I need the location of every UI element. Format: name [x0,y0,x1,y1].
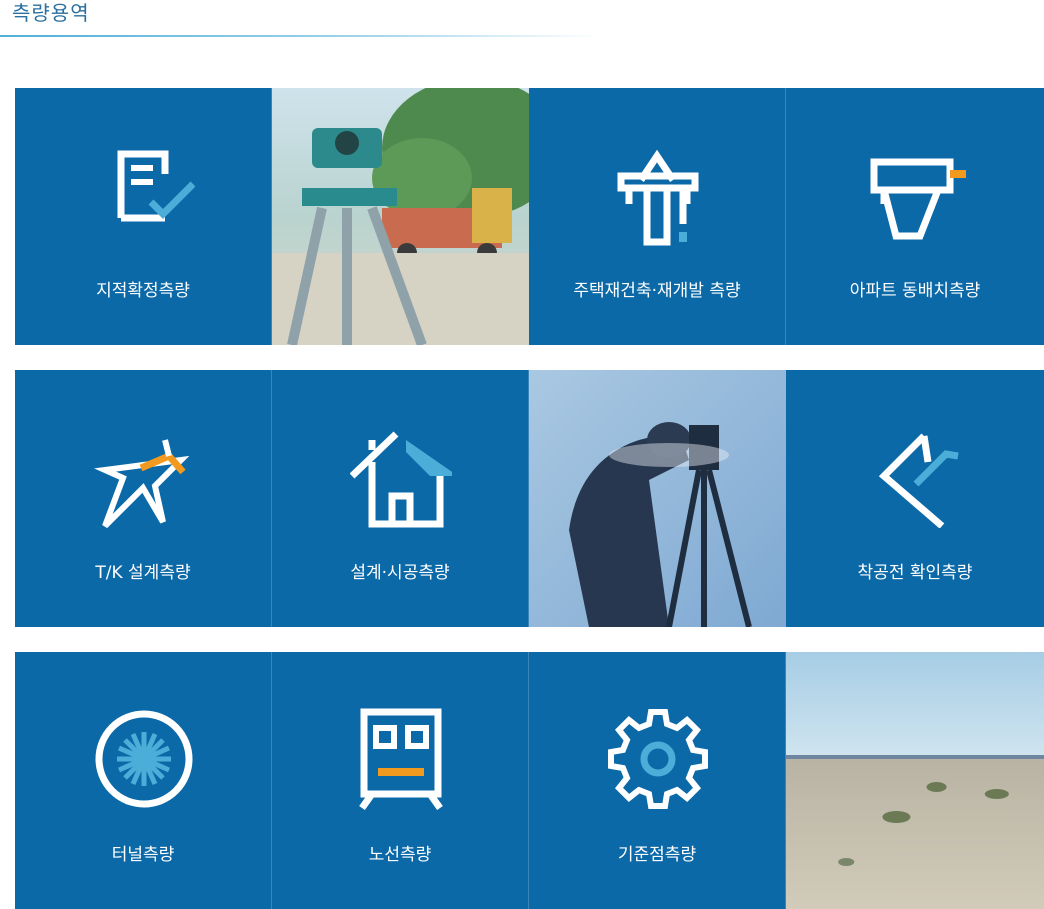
service-tile-tk-design[interactable]: T/K 설계측량 [15,370,272,627]
service-label: 노선측량 [368,845,432,865]
service-tile-cadastral[interactable]: 지적확정측량 [15,88,272,345]
document-check-icon [117,150,195,222]
building-frame-icon [617,149,699,246]
service-tile-design-construction[interactable]: 설계·시공측량 [272,370,529,627]
service-tile-redevelopment[interactable]: 주택재건축·재개발 측량 [529,88,786,345]
service-label: 지적확정측량 [96,281,190,301]
service-label: 착공전 확인측량 [857,563,973,583]
open-field-photo [786,652,1044,909]
service-label: 기준점측량 [617,845,697,865]
service-tile-tunnel[interactable]: 터널측량 [15,652,272,909]
service-label: T/K 설계측량 [95,563,191,583]
surveyor-silhouette-photo [529,370,786,627]
title-underline [0,35,600,37]
service-tile-route[interactable]: 노선측량 [272,652,529,909]
house-icon [350,431,452,528]
services-row: 지적확정측량 주택재건축·재개발 측량 아파트 동배치측량 [15,88,1044,345]
services-row: 터널측량 노선측량 기준점측량 [15,652,1044,909]
service-label: 아파트 동배치측량 [849,281,981,301]
tunnel-circle-icon [95,710,193,808]
service-tile-apartment-layout[interactable]: 아파트 동배치측량 [786,88,1044,345]
service-label: 터널측량 [111,845,175,865]
service-tile-control-point[interactable]: 기준점측량 [529,652,786,909]
star-flag-icon [94,439,190,528]
page-title: 측량용역 [12,1,90,25]
survey-gun-icon [870,158,966,240]
service-label: 주택재건축·재개발 측량 [573,281,741,301]
services-row: T/K 설계측량 설계·시공측량 착공전 확인측량 [15,370,1044,627]
service-label: 설계·시공측량 [350,563,450,583]
service-tile-pre-construction[interactable]: 착공전 확인측량 [786,370,1044,627]
check-angle-icon [878,433,959,528]
train-front-icon [359,708,443,810]
tripod-level-photo [272,88,529,345]
page-header: 측량용역 [0,0,600,38]
gear-icon [608,709,708,809]
